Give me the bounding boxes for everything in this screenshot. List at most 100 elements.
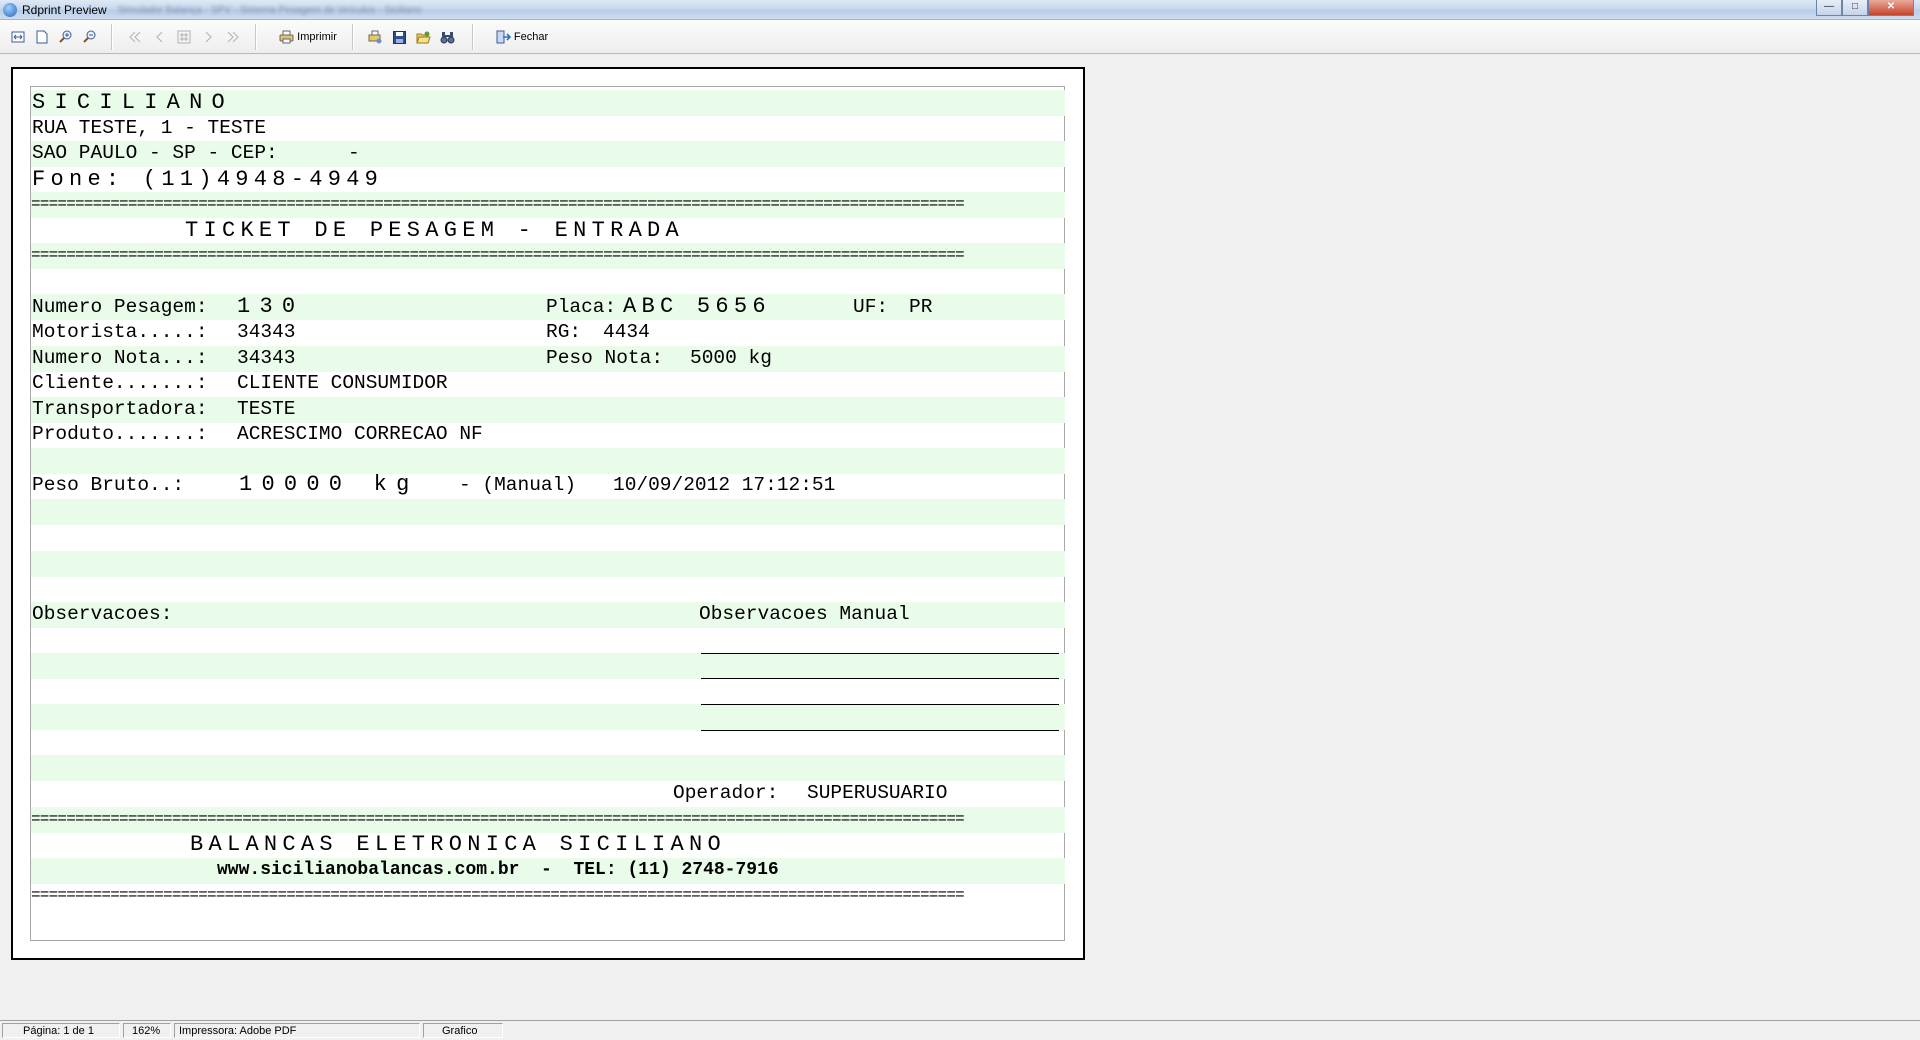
gross-weight-value: 10000 kg — [239, 472, 419, 497]
observations-label: Observacoes: — [32, 603, 173, 625]
separator-line: ========================================… — [31, 886, 965, 904]
invoice-value: 34343 — [237, 347, 296, 369]
paper-band — [31, 551, 1065, 577]
client-label: Cliente.......: — [32, 372, 208, 394]
toolbar-separator — [255, 24, 257, 50]
footer-company: BALANCAS ELETRONICA SICILIANO — [190, 832, 726, 857]
paper-band — [31, 448, 1065, 474]
manual-observation-line — [701, 704, 1059, 705]
driver-value: 34343 — [237, 321, 296, 343]
print-button-label: Imprimir — [297, 31, 337, 43]
driver-label: Motorista.....: — [32, 321, 208, 343]
weighing-number-label: Numero Pesagem: — [32, 296, 208, 318]
company-phone: Fone: (11)4948-4949 — [32, 167, 384, 192]
manual-observation-line — [701, 678, 1059, 679]
preview-workspace[interactable]: SICILIANO RUA TESTE, 1 - TESTE SAO PAULO… — [0, 54, 1920, 1020]
toolbar-separator — [472, 24, 474, 50]
manual-observation-line — [701, 653, 1059, 654]
status-mode: Grafico — [423, 1023, 503, 1038]
plate-label: Placa: — [546, 296, 617, 318]
exit-door-icon — [496, 30, 511, 44]
print-button[interactable]: Imprimir — [275, 27, 341, 47]
zoom-in-button[interactable] — [56, 27, 76, 47]
previous-page-button[interactable] — [150, 27, 168, 47]
minimize-button[interactable]: — — [1816, 0, 1842, 16]
carrier-label: Transportadora: — [32, 398, 208, 420]
fit-width-icon — [11, 31, 25, 43]
invoice-weight-value: 5000 kg — [690, 347, 772, 369]
next-page-button[interactable] — [200, 27, 218, 47]
company-city: SAO PAULO - SP - CEP: - — [32, 142, 360, 164]
carrier-value: TESTE — [237, 398, 296, 420]
zoom-in-icon — [59, 30, 72, 43]
close-preview-label: Fechar — [513, 31, 549, 43]
zoom-out-button[interactable] — [80, 27, 100, 47]
uf-value: PR — [909, 296, 933, 318]
window-title: Rdprint Preview — [22, 3, 107, 17]
last-page-icon — [227, 31, 239, 43]
save-button[interactable] — [390, 27, 408, 47]
toolbar-separator — [111, 24, 113, 50]
paper-band — [31, 499, 1065, 525]
binoculars-icon — [440, 31, 454, 43]
status-zoom: 162% — [123, 1023, 171, 1038]
preview-page: SICILIANO RUA TESTE, 1 - TESTE SAO PAULO… — [11, 67, 1085, 960]
product-label: Produto.......: — [32, 423, 208, 445]
open-button[interactable] — [414, 27, 432, 47]
gross-weight-datetime: 10/09/2012 17:12:51 — [613, 474, 836, 496]
go-to-page-button[interactable] — [175, 27, 193, 47]
close-window-button[interactable]: ✕ — [1868, 0, 1914, 16]
toolbar-separator — [352, 24, 354, 50]
paper-band — [31, 602, 1065, 628]
gross-weight-label: Peso Bruto..: — [32, 474, 185, 496]
invoice-label: Numero Nota...: — [32, 347, 208, 369]
maximize-button[interactable]: □ — [1842, 0, 1868, 16]
rg-value: 4434 — [603, 321, 650, 343]
hash-page-icon — [177, 30, 191, 44]
uf-label: UF: — [853, 296, 889, 318]
page-icon — [36, 30, 48, 44]
window-controls: — □ ✕ — [1816, 0, 1914, 18]
app-icon — [3, 3, 17, 17]
close-preview-button[interactable]: Fechar — [492, 27, 552, 47]
status-bar: Página: 1 de 1 162% Impressora: Adobe PD… — [0, 1020, 1920, 1040]
product-value: ACRESCIMO CORRECAO NF — [237, 423, 483, 445]
ticket-title: TICKET DE PESAGEM - ENTRADA — [185, 218, 685, 243]
gross-weight-mode: - (Manual) — [459, 474, 577, 496]
separator-line: ========================================… — [31, 246, 965, 264]
full-page-button[interactable] — [32, 27, 52, 47]
open-folder-icon — [415, 31, 431, 43]
company-name: SICILIANO — [32, 90, 234, 115]
window-title-bar: Rdprint Preview Simulador Balança - SPV … — [0, 0, 1920, 20]
printer-icon — [279, 30, 294, 44]
first-page-button[interactable] — [126, 27, 144, 47]
separator-line: ========================================… — [31, 195, 965, 213]
invoice-weight-label: Peso Nota: — [546, 347, 664, 369]
manual-observation-line — [701, 730, 1059, 731]
paper-band — [31, 704, 1065, 730]
separator-line: ========================================… — [31, 810, 965, 828]
manual-observations-label: Observacoes Manual — [699, 603, 910, 625]
toolbar: Imprimir Fechar — [0, 20, 1920, 54]
company-address: RUA TESTE, 1 - TESTE — [32, 117, 267, 139]
find-button[interactable] — [438, 27, 456, 47]
paper-band — [31, 755, 1065, 781]
weighing-number: 130 — [237, 294, 305, 319]
operator-label: Operador: — [673, 782, 779, 804]
status-page: Página: 1 de 1 — [2, 1023, 120, 1038]
previous-page-icon — [156, 31, 163, 43]
client-value: CLIENTE CONSUMIDOR — [237, 372, 448, 394]
printer-setup-button[interactable] — [366, 27, 384, 47]
first-page-icon — [129, 31, 141, 43]
next-page-icon — [205, 31, 212, 43]
status-printer: Impressora: Adobe PDF — [174, 1023, 420, 1038]
floppy-disk-icon — [392, 30, 406, 44]
printer-setup-icon — [368, 30, 382, 44]
rg-label: RG: — [546, 321, 582, 343]
fit-width-button[interactable] — [8, 27, 28, 47]
window-blurred-title: Simulador Balança - SPV - Sistema Pesage… — [118, 5, 422, 16]
footer-contact: www.sicilianobalancas.com.br - TEL: (11)… — [217, 860, 779, 880]
last-page-button[interactable] — [224, 27, 242, 47]
paper-band — [31, 653, 1065, 679]
plate-value: ABC 5656 — [623, 294, 771, 319]
